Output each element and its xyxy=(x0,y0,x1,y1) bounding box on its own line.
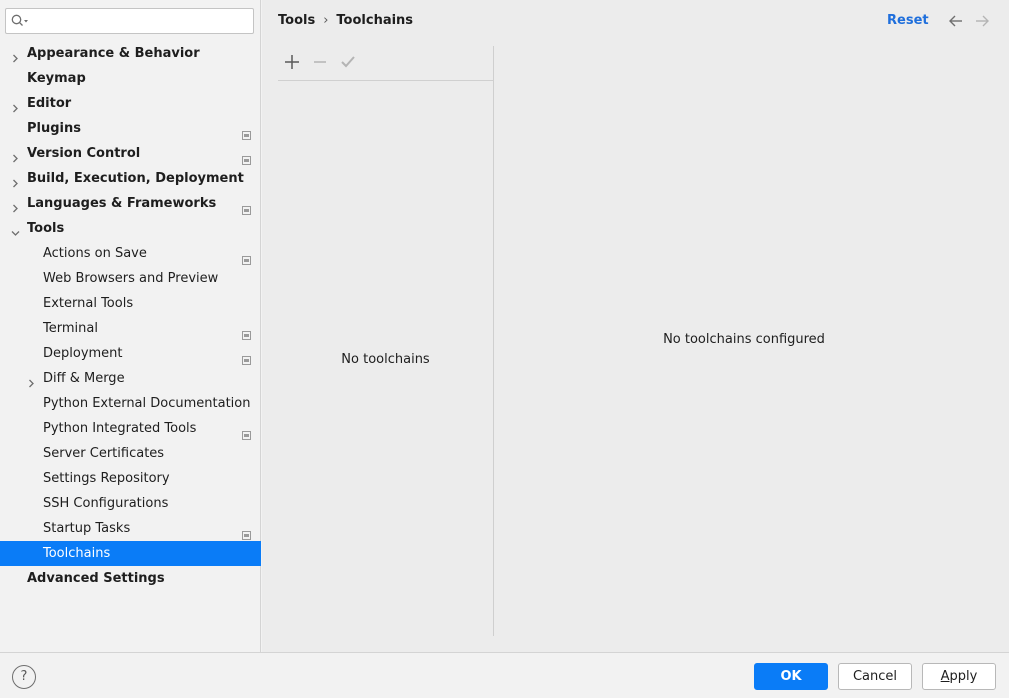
sidebar-item-toolchains[interactable]: Toolchains xyxy=(0,541,261,566)
apply-button[interactable]: Apply xyxy=(922,663,996,690)
chevron-right-icon[interactable] xyxy=(10,148,21,163)
toolchain-list-panel: No toolchains xyxy=(278,46,494,636)
sidebar-item-label: Python Integrated Tools xyxy=(43,421,197,436)
sidebar-item-label: Settings Repository xyxy=(43,471,170,486)
sidebar-item-terminal[interactable]: Terminal xyxy=(0,316,261,341)
sidebar-item-label: Languages & Frameworks xyxy=(27,196,217,211)
breadcrumb-separator: › xyxy=(323,13,329,28)
check-icon[interactable] xyxy=(338,52,358,72)
minus-icon[interactable] xyxy=(310,52,330,72)
sidebar-item-label: Deployment xyxy=(43,346,123,361)
sidebar-item-label: Appearance & Behavior xyxy=(27,46,200,61)
sidebar-item-editor[interactable]: Editor xyxy=(0,91,261,116)
search-input[interactable] xyxy=(5,8,254,34)
empty-detail-text: No toolchains configured xyxy=(663,332,825,347)
sidebar-item-server-certificates[interactable]: Server Certificates xyxy=(0,441,261,466)
dialog-footer: ? OK Cancel Apply xyxy=(0,652,1009,698)
chevron-right-icon[interactable] xyxy=(10,198,21,213)
chevron-right-icon[interactable] xyxy=(10,173,21,188)
sidebar-item-appearance-behavior[interactable]: Appearance & Behavior xyxy=(0,41,261,66)
chevron-down-icon[interactable] xyxy=(10,223,21,236)
project-level-icon xyxy=(242,249,251,265)
settings-content: Tools › Toolchains Reset No toolchains N… xyxy=(262,0,1009,652)
project-level-icon xyxy=(242,324,251,340)
sidebar-item-label: Python External Documentation xyxy=(43,396,251,411)
reset-link[interactable]: Reset xyxy=(887,13,929,28)
cancel-button[interactable]: Cancel xyxy=(838,663,912,690)
project-level-icon xyxy=(242,349,251,365)
sidebar-item-python-external-documentation[interactable]: Python External Documentation xyxy=(0,391,261,416)
sidebar-item-label: Plugins xyxy=(27,121,81,136)
sidebar-item-plugins[interactable]: Plugins xyxy=(0,116,261,141)
apply-mnemonic: A xyxy=(940,669,950,684)
sidebar-item-label: Diff & Merge xyxy=(43,371,125,386)
sidebar-item-languages-frameworks[interactable]: Languages & Frameworks xyxy=(0,191,261,216)
forward-arrow-icon[interactable] xyxy=(974,13,990,29)
ok-button[interactable]: OK xyxy=(754,663,828,690)
project-level-icon xyxy=(242,199,251,215)
sidebar-item-label: Version Control xyxy=(27,146,141,161)
project-level-icon xyxy=(242,149,251,165)
sidebar-item-label: Terminal xyxy=(43,321,98,336)
sidebar-item-label: Advanced Settings xyxy=(27,571,165,586)
sidebar-item-version-control[interactable]: Version Control xyxy=(0,141,261,166)
sidebar-item-settings-repository[interactable]: Settings Repository xyxy=(0,466,261,491)
sidebar-item-label: Actions on Save xyxy=(43,246,147,261)
chevron-right-icon[interactable] xyxy=(10,98,21,113)
plus-icon[interactable] xyxy=(282,52,302,72)
empty-list-text: No toolchains xyxy=(341,352,430,367)
settings-tree: Appearance & Behavior Keymap Editor Plugins… xyxy=(0,41,261,591)
sidebar-item-external-tools[interactable]: External Tools xyxy=(0,291,261,316)
sidebar-item-label: Tools xyxy=(27,221,65,236)
breadcrumb-parent[interactable]: Tools xyxy=(278,13,315,28)
list-toolbar xyxy=(278,46,493,81)
sidebar-item-label: Toolchains xyxy=(43,546,111,561)
sidebar-item-actions-on-save[interactable]: Actions on Save xyxy=(0,241,261,266)
sidebar-item-build-execution-deployment[interactable]: Build, Execution, Deployment xyxy=(0,166,261,191)
sidebar-item-keymap[interactable]: Keymap xyxy=(0,66,261,91)
sidebar-item-label: Editor xyxy=(27,96,72,111)
sidebar-item-label: Build, Execution, Deployment xyxy=(27,171,244,186)
search-icon xyxy=(11,14,31,32)
project-level-icon xyxy=(242,124,251,140)
sidebar-item-startup-tasks[interactable]: Startup Tasks xyxy=(0,516,261,541)
sidebar-item-label: Server Certificates xyxy=(43,446,165,461)
settings-sidebar: Appearance & Behavior Keymap Editor Plugins… xyxy=(0,0,261,652)
sidebar-item-ssh-configurations[interactable]: SSH Configurations xyxy=(0,491,261,516)
sidebar-item-tools[interactable]: Tools xyxy=(0,216,261,241)
apply-label-rest: pply xyxy=(949,669,978,684)
sidebar-item-label: SSH Configurations xyxy=(43,496,169,511)
sidebar-item-python-integrated-tools[interactable]: Python Integrated Tools xyxy=(0,416,261,441)
sidebar-item-label: Web Browsers and Preview xyxy=(43,271,219,286)
sidebar-item-advanced-settings[interactable]: Advanced Settings xyxy=(0,566,261,591)
chevron-right-icon[interactable] xyxy=(10,48,21,63)
project-level-icon xyxy=(242,524,251,540)
sidebar-item-web-browsers-and-preview[interactable]: Web Browsers and Preview xyxy=(0,266,261,291)
back-arrow-icon[interactable] xyxy=(948,13,964,29)
sidebar-item-label: Keymap xyxy=(27,71,86,86)
sidebar-item-diff-merge[interactable]: Diff & Merge xyxy=(0,366,261,391)
sidebar-item-deployment[interactable]: Deployment xyxy=(0,341,261,366)
sidebar-item-label: External Tools xyxy=(43,296,134,311)
help-button[interactable]: ? xyxy=(12,665,36,689)
breadcrumb-current: Toolchains xyxy=(336,13,414,28)
sidebar-item-label: Startup Tasks xyxy=(43,521,131,536)
project-level-icon xyxy=(242,424,251,440)
breadcrumb: Tools › Toolchains xyxy=(278,13,413,28)
chevron-right-icon[interactable] xyxy=(26,373,37,388)
